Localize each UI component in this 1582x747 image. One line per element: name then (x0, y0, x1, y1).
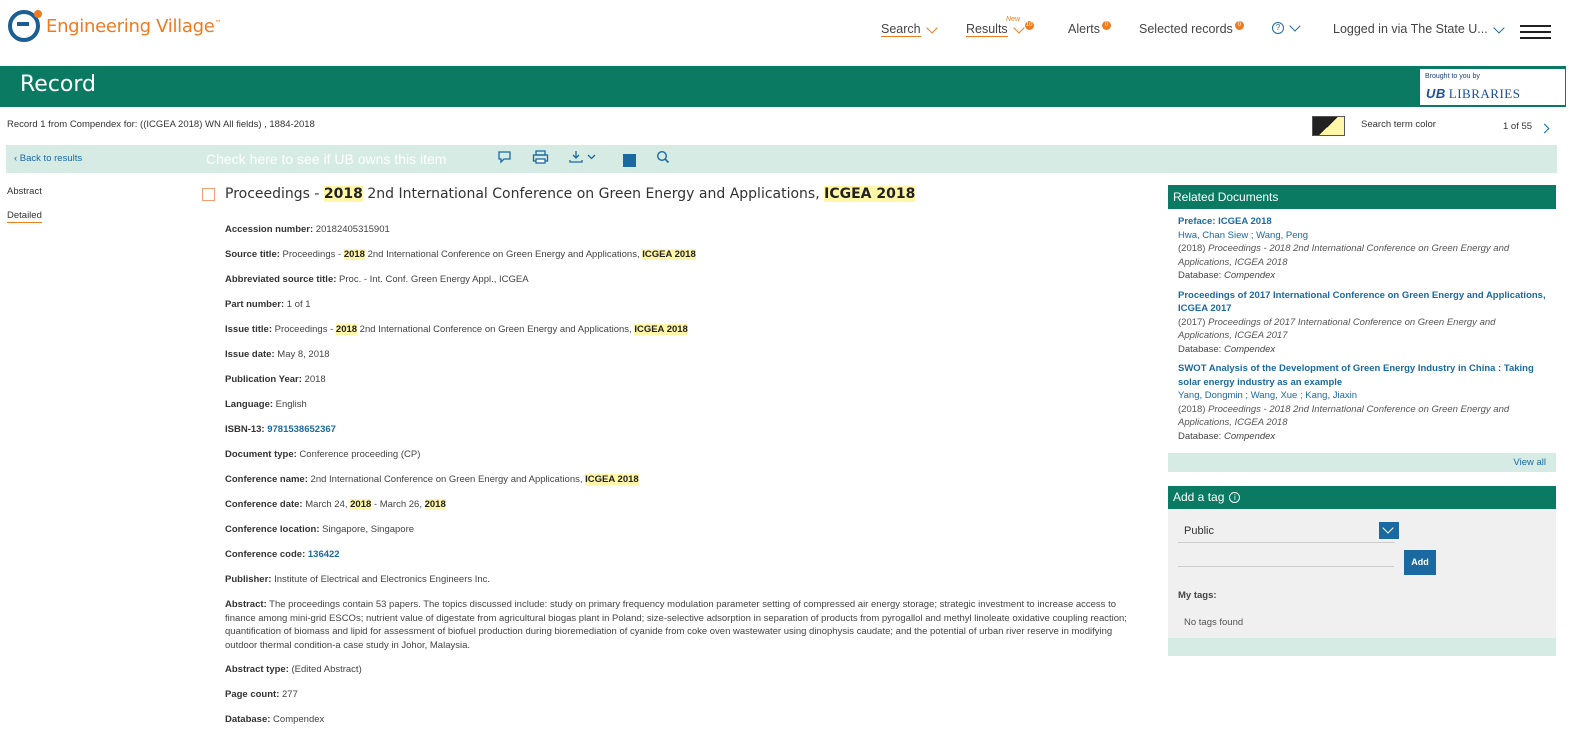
main-nav: Search New Results 10 Alerts 0 Selected … (0, 16, 1582, 42)
related-doc-database: Database: Compendex (1178, 430, 1276, 442)
chevron-down-icon (1493, 21, 1505, 34)
field-database: Database: Compendex (225, 714, 325, 725)
no-tags-message: No tags found (1184, 617, 1244, 628)
nav-alerts[interactable]: Alerts 0 (1068, 21, 1111, 37)
comment-icon[interactable] (497, 150, 512, 167)
add-tag-panel: Add a tag i Public Add My tags: No tags … (1168, 486, 1556, 656)
related-doc-title[interactable]: Proceedings of 2017 International Confer… (1178, 289, 1546, 316)
field-conference-location: Conference location: Singapore, Singapor… (225, 524, 415, 535)
field-language: Language: English (225, 399, 307, 410)
record-toolbar: ‹ Back to results Check here to see if U… (6, 145, 1557, 173)
field-conference-code: Conference code: 136422 (225, 549, 340, 560)
libraries-wordmark: UB LIBRARIES (1426, 86, 1521, 101)
download-icon[interactable] (569, 150, 599, 167)
isbn-link[interactable]: 9781538652367 (267, 424, 336, 435)
tag-input[interactable] (1178, 566, 1394, 567)
related-doc-source: (2018) Proceedings - 2018 2nd Internatio… (1178, 243, 1510, 268)
results-count-badge: 10 (1024, 21, 1034, 30)
check-ub-owns-link[interactable]: Check here to see if UB owns this item (206, 151, 446, 167)
logged-in-label: Logged in via The State U... (1333, 22, 1488, 36)
print-icon[interactable] (532, 150, 549, 167)
info-icon[interactable]: i (1229, 492, 1241, 503)
nav-logged-in[interactable]: Logged in via The State U... (1333, 21, 1505, 37)
back-to-results-link[interactable]: ‹ Back to results (14, 153, 82, 164)
page-scrollbar[interactable] (1566, 0, 1582, 747)
chevron-down-icon (1013, 21, 1025, 34)
select-record-checkbox[interactable] (202, 187, 215, 201)
selected-count-badge: 0 (1234, 21, 1244, 30)
tag-panel-footer (1168, 638, 1556, 656)
field-isbn: ISBN-13: 9781538652367 (225, 424, 336, 435)
view-all-link[interactable]: View all (1168, 453, 1556, 472)
hamburger-menu-icon[interactable] (1520, 25, 1551, 39)
my-tags-label: My tags: (1178, 590, 1217, 601)
field-abstract-type: Abstract type: (Edited Abstract) (225, 664, 362, 675)
chevron-down-icon (1289, 20, 1301, 32)
field-publication-year: Publication Year: 2018 (225, 374, 326, 385)
related-documents-heading: Related Documents (1168, 185, 1556, 209)
record-title: Proceedings - 2018 2nd International Con… (225, 186, 916, 202)
related-doc-source: (2018) Proceedings - 2018 2nd Internatio… (1178, 403, 1510, 429)
record-format-nav: Abstract Detailed (7, 186, 42, 236)
select-underline (1178, 542, 1395, 543)
field-issue-title: Issue title: Proceedings - 2018 2nd Inte… (225, 324, 688, 335)
field-part-number: Part number: 1 of 1 (225, 299, 311, 310)
field-document-type: Document type: Conference proceeding (CP… (225, 449, 421, 460)
field-page-count: Page count: 277 (225, 689, 298, 700)
chevron-down-icon (925, 21, 938, 34)
field-accession: Accession number: 20182405315901 (225, 224, 390, 235)
next-record-icon[interactable] (1539, 123, 1550, 134)
nav-search[interactable]: Search (881, 21, 938, 37)
nav-alerts-label: Alerts (1068, 22, 1100, 36)
field-abbreviated-source: Abbreviated source title: Proc. - Int. C… (225, 274, 529, 285)
related-doc-authors[interactable]: Yang, Dongmin ; Wang, Xue ; Kang, Jiaxin (1178, 389, 1546, 403)
add-tag-heading: Add a tag i (1168, 486, 1556, 509)
field-issue-date: Issue date: May 8, 2018 (225, 349, 330, 360)
record-fields: Accession number: 20182405315901 Source … (225, 223, 1135, 738)
search-icon[interactable] (656, 150, 670, 167)
related-doc-source: (2017) Proceedings of 2017 International… (1178, 316, 1496, 342)
nav-results[interactable]: New Results 10 (966, 16, 1034, 37)
related-doc-title[interactable]: SWOT Analysis of the Development of Gree… (1178, 362, 1546, 389)
list-item: SWOT Analysis of the Development of Gree… (1178, 362, 1546, 443)
record-title-row: Proceedings - 2018 2nd International Con… (202, 186, 916, 202)
record-bar: Record (0, 66, 1566, 107)
related-doc-authors[interactable]: Hwa, Chan Siew ; Wang, Peng (1178, 229, 1546, 243)
help-icon: ? (1272, 22, 1284, 34)
chevron-down-icon[interactable] (1379, 522, 1399, 539)
nav-selected-label: Selected records (1139, 22, 1233, 36)
conference-code-link[interactable]: 136422 (308, 549, 340, 560)
page-title: Record (20, 72, 97, 97)
record-pager: 1 of 55 (1503, 121, 1533, 132)
list-item: Preface: ICGEA 2018 Hwa, Chan Siew ; Wan… (1178, 215, 1546, 283)
field-source-title: Source title: Proceedings - 2018 2nd Int… (225, 249, 696, 260)
alerts-count-badge: 0 (1101, 21, 1111, 30)
save-to-folder-icon[interactable] (623, 154, 636, 167)
related-doc-title[interactable]: Preface: ICGEA 2018 (1178, 215, 1546, 229)
nav-search-label: Search (881, 22, 921, 37)
format-detailed[interactable]: Detailed (7, 210, 42, 223)
record-info: Record 1 from Compendex for: ((ICGEA 201… (7, 119, 315, 130)
nav-selected-records[interactable]: Selected records 0 (1139, 21, 1244, 37)
brought-to-you-label: Brought to you by (1425, 73, 1480, 80)
format-abstract[interactable]: Abstract (7, 186, 42, 197)
ub-libraries-logo[interactable]: Brought to you by UB LIBRARIES (1419, 68, 1566, 106)
related-doc-database: Database: Compendex (1178, 270, 1276, 281)
related-doc-database: Database: Compendex (1178, 343, 1276, 355)
nav-results-label: Results (966, 22, 1008, 37)
related-documents-list: Preface: ICGEA 2018 Hwa, Chan Siew ; Wan… (1168, 209, 1556, 453)
field-conference-name: Conference name: 2nd International Confe… (225, 474, 639, 485)
search-term-color-swatch[interactable] (1312, 116, 1345, 136)
add-tag-button[interactable]: Add (1404, 550, 1436, 575)
tag-visibility-value: Public (1184, 525, 1214, 537)
related-documents-panel: Related Documents Preface: ICGEA 2018 Hw… (1168, 185, 1556, 472)
nav-help[interactable]: ? (1272, 20, 1301, 34)
field-abstract: Abstract: The proceedings contain 53 pap… (225, 599, 1127, 651)
list-item: Proceedings of 2017 International Confer… (1178, 289, 1546, 357)
field-publisher: Publisher: Institute of Electrical and E… (225, 574, 491, 585)
top-header: Engineering Village™ Search New Results … (0, 0, 1582, 66)
field-conference-date: Conference date: March 24, 2018 - March … (225, 499, 446, 510)
search-term-color-label: Search term color (1361, 119, 1436, 130)
